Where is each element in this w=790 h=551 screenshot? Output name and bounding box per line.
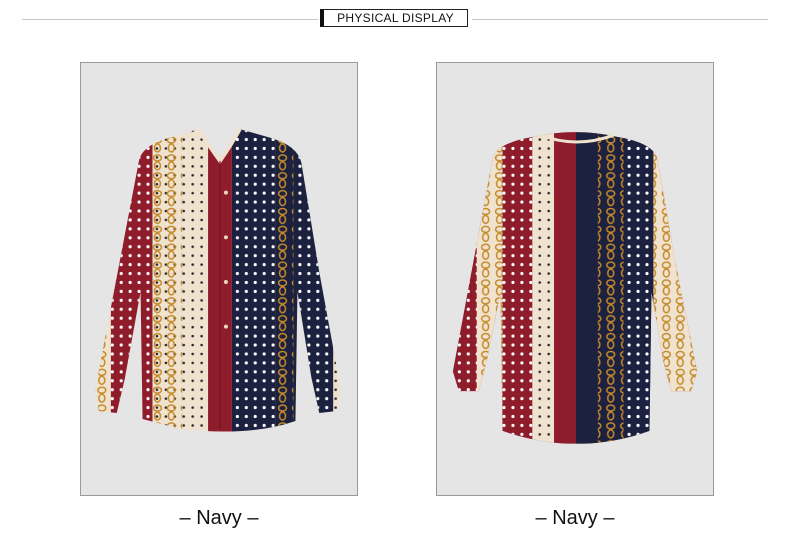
back-view-image	[436, 62, 714, 496]
blouse-front-illustration	[94, 127, 342, 432]
front-view-image	[80, 62, 358, 496]
back-color-caption: – Navy –	[535, 507, 615, 529]
section-header: PHYSICAL DISPLAY	[0, 0, 790, 40]
section-title: PHYSICAL DISPLAY	[320, 9, 468, 27]
header-rule-left	[22, 19, 318, 20]
header-rule-right	[472, 19, 768, 20]
blouse-back-illustration	[452, 132, 698, 444]
front-color-caption: – Navy –	[179, 507, 259, 529]
